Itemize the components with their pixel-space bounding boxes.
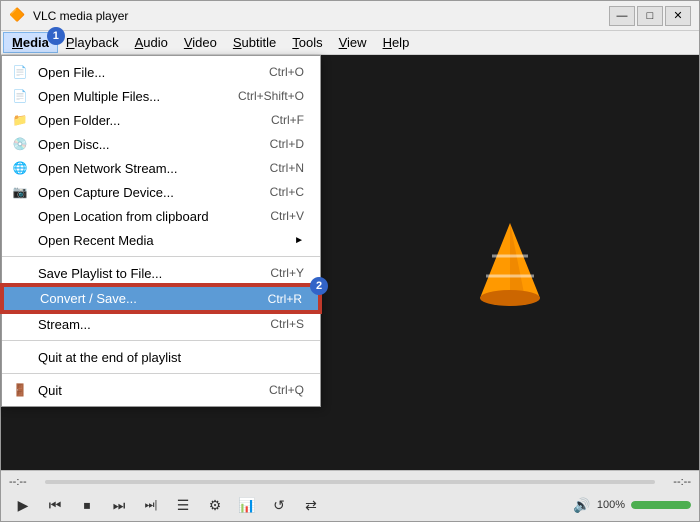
menu-audio[interactable]: Audio <box>127 33 176 52</box>
menu-tools[interactable]: Tools <box>284 33 330 52</box>
window-controls: — □ ✕ <box>609 6 691 26</box>
menu-item-save-playlist[interactable]: Save Playlist to File... Ctrl+Y <box>2 261 320 285</box>
volume-label: 100% <box>597 499 625 511</box>
open-file-icon: 📄 <box>10 62 30 82</box>
media-dropdown: 📄 Open File... Ctrl+O 📄 Open Multiple Fi… <box>1 55 321 407</box>
menu-item-open-file[interactable]: 📄 Open File... Ctrl+O <box>2 60 320 84</box>
volume-bar[interactable] <box>631 501 691 509</box>
menu-item-open-location[interactable]: Open Location from clipboard Ctrl+V <box>2 204 320 228</box>
maximize-button[interactable]: □ <box>637 6 663 26</box>
next-button[interactable]: ⏭ <box>105 493 133 517</box>
close-button[interactable]: ✕ <box>665 6 691 26</box>
separator-3 <box>2 373 320 374</box>
menu-video[interactable]: Video <box>176 33 225 52</box>
open-location-icon <box>10 206 30 226</box>
open-network-icon: 🌐 <box>10 158 30 178</box>
volume-fill <box>631 501 691 509</box>
menu-item-open-network[interactable]: 🌐 Open Network Stream... Ctrl+N <box>2 156 320 180</box>
menu-item-open-recent[interactable]: Open Recent Media ► <box>2 228 320 252</box>
menu-playback[interactable]: Playback <box>58 33 127 52</box>
vlc-window: 🔶 VLC media player — □ ✕ Media 1 Playbac… <box>0 0 700 522</box>
stop-button[interactable]: ⏹ <box>73 493 101 517</box>
vlc-cone <box>470 218 550 308</box>
app-icon: 🔶 <box>9 7 27 25</box>
prev-button[interactable]: ⏮ <box>41 493 69 517</box>
seek-bar[interactable]: --:-- --:-- <box>9 475 691 489</box>
convert-save-badge: 2 <box>310 277 328 295</box>
minimize-button[interactable]: — <box>609 6 635 26</box>
menu-help[interactable]: Help <box>375 33 418 52</box>
playlist-button[interactable]: ☰ <box>169 493 197 517</box>
menu-item-stream[interactable]: Stream... Ctrl+S <box>2 312 320 336</box>
open-folder-icon: 📁 <box>10 110 30 130</box>
menu-item-quit[interactable]: 🚪 Quit Ctrl+Q <box>2 378 320 402</box>
video-area <box>321 55 699 470</box>
menu-item-convert-save[interactable]: Convert / Save... Ctrl+R 2 <box>2 285 320 312</box>
main-content: 📄 Open File... Ctrl+O 📄 Open Multiple Fi… <box>1 55 699 470</box>
menu-media[interactable]: Media 1 <box>3 32 58 53</box>
menu-item-open-multiple[interactable]: 📄 Open Multiple Files... Ctrl+Shift+O <box>2 84 320 108</box>
titlebar: 🔶 VLC media player — □ ✕ <box>1 1 699 31</box>
seek-track[interactable] <box>45 480 655 484</box>
seek-time-right: --:-- <box>661 476 691 488</box>
save-playlist-icon <box>10 263 30 283</box>
visualize-button[interactable]: 📊 <box>233 493 261 517</box>
quit-icon: 🚪 <box>10 380 30 400</box>
open-disc-icon: 💿 <box>10 134 30 154</box>
open-recent-icon <box>10 230 30 250</box>
controls-right: 🔊 100% <box>573 497 691 514</box>
convert-save-icon <box>12 289 32 309</box>
volume-icon: 🔊 <box>573 497 590 514</box>
window-title: VLC media player <box>33 9 609 23</box>
controls-row: ▶ ⏮ ⏹ ⏭ ⏭| ☰ ⚙ 📊 ↺ ⇄ 🔊 100% <box>9 493 691 517</box>
menu-subtitle[interactable]: Subtitle <box>225 33 284 52</box>
bottom-bar: --:-- --:-- ▶ ⏮ ⏹ ⏭ ⏭| ☰ ⚙ 📊 ↺ ⇄ 🔊 100% <box>1 470 699 521</box>
separator-2 <box>2 340 320 341</box>
open-capture-icon: 📷 <box>10 182 30 202</box>
open-multiple-icon: 📄 <box>10 86 30 106</box>
seek-time-left: --:-- <box>9 476 39 488</box>
quit-playlist-icon <box>10 347 30 367</box>
stream-icon <box>10 314 30 334</box>
menu-item-open-capture[interactable]: 📷 Open Capture Device... Ctrl+C <box>2 180 320 204</box>
frame-button[interactable]: ⏭| <box>137 493 165 517</box>
menu-item-open-disc[interactable]: 💿 Open Disc... Ctrl+D <box>2 132 320 156</box>
separator-1 <box>2 256 320 257</box>
menu-view[interactable]: View <box>331 33 375 52</box>
menu-media-label: M <box>12 35 23 50</box>
loop-button[interactable]: ↺ <box>265 493 293 517</box>
play-button[interactable]: ▶ <box>9 493 37 517</box>
controls-left: ▶ ⏮ ⏹ ⏭ ⏭| ☰ ⚙ 📊 ↺ ⇄ <box>9 493 325 517</box>
menu-item-quit-playlist[interactable]: Quit at the end of playlist <box>2 345 320 369</box>
shuffle-button[interactable]: ⇄ <box>297 493 325 517</box>
menu-item-open-folder[interactable]: 📁 Open Folder... Ctrl+F <box>2 108 320 132</box>
extended-button[interactable]: ⚙ <box>201 493 229 517</box>
menubar: Media 1 Playback Audio Video Subtitle To… <box>1 31 699 55</box>
